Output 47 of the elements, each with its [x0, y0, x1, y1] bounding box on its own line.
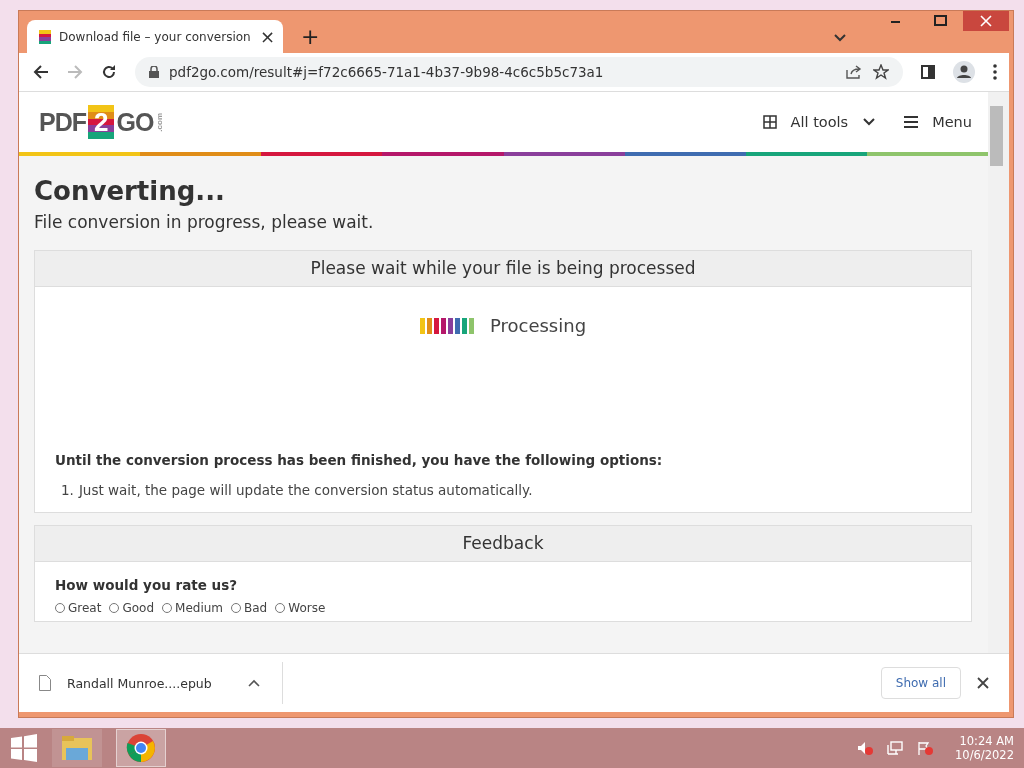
logo[interactable]: PDF 2 GO .com: [39, 105, 165, 139]
side-panel-icon[interactable]: [921, 65, 935, 79]
download-item[interactable]: Randall Munroe....epub: [39, 662, 283, 704]
show-all-button[interactable]: Show all: [880, 667, 961, 699]
muted-speaker-icon[interactable]: [857, 741, 874, 755]
page-title: Converting...: [34, 176, 226, 206]
menu-button[interactable]: Menu: [932, 114, 972, 130]
lock-icon: [149, 66, 159, 78]
panel-header: Please wait while your file is being processed: [35, 251, 971, 287]
chrome-taskbar-icon[interactable]: [116, 729, 166, 767]
profile-icon[interactable]: [953, 61, 975, 83]
close-tab-button[interactable]: ×: [259, 26, 275, 47]
grid-icon: [762, 115, 777, 129]
windows-start-icon[interactable]: [10, 734, 38, 762]
rating-option[interactable]: Bad: [231, 601, 268, 615]
new-tab-button[interactable]: +: [297, 24, 324, 49]
file-icon: [39, 675, 51, 691]
chevron-down-icon[interactable]: [833, 33, 847, 43]
page-subtitle: File conversion in progress, please wait.: [34, 212, 375, 232]
panel-header: Feedback: [35, 526, 971, 562]
progress-indicator-icon: [419, 317, 474, 334]
processing-status: Processing: [489, 315, 587, 336]
rating-option[interactable]: Worse: [275, 601, 326, 615]
rating-option[interactable]: Medium: [162, 601, 223, 615]
flag-icon[interactable]: [917, 741, 934, 755]
close-icon[interactable]: [977, 677, 989, 689]
all-tools-button[interactable]: All tools: [790, 114, 849, 130]
chevron-down-icon: [862, 117, 877, 127]
star-icon[interactable]: [873, 64, 889, 80]
tab-title: Download file – your conversion: [59, 29, 252, 44]
browser-tab[interactable]: Download file – your conversion ×: [27, 20, 283, 53]
rating-option[interactable]: Great: [55, 601, 102, 615]
options-heading: Until the conversion process has been finished, you have the following options:: [55, 452, 664, 468]
favicon-icon: [39, 29, 51, 44]
share-icon[interactable]: [845, 64, 863, 80]
rating-option[interactable]: Good: [109, 601, 155, 615]
back-icon[interactable]: [33, 64, 49, 80]
network-icon[interactable]: [887, 741, 904, 755]
chevron-up-icon: [247, 679, 260, 687]
option-text: Just wait, the page will update the conversion status automatically.: [78, 482, 533, 498]
more-icon[interactable]: [993, 64, 997, 80]
list-number: 1.: [61, 482, 74, 498]
close-window-icon[interactable]: [963, 11, 1009, 31]
reload-icon[interactable]: [101, 64, 117, 80]
menu-icon: [904, 116, 919, 128]
rating-question: How would you rate us?: [55, 577, 239, 593]
address-bar[interactable]: pdf2go.com/result#j=f72c6665-71a1-4b37-9b98-4c6c5b5c73a1: [135, 57, 903, 87]
